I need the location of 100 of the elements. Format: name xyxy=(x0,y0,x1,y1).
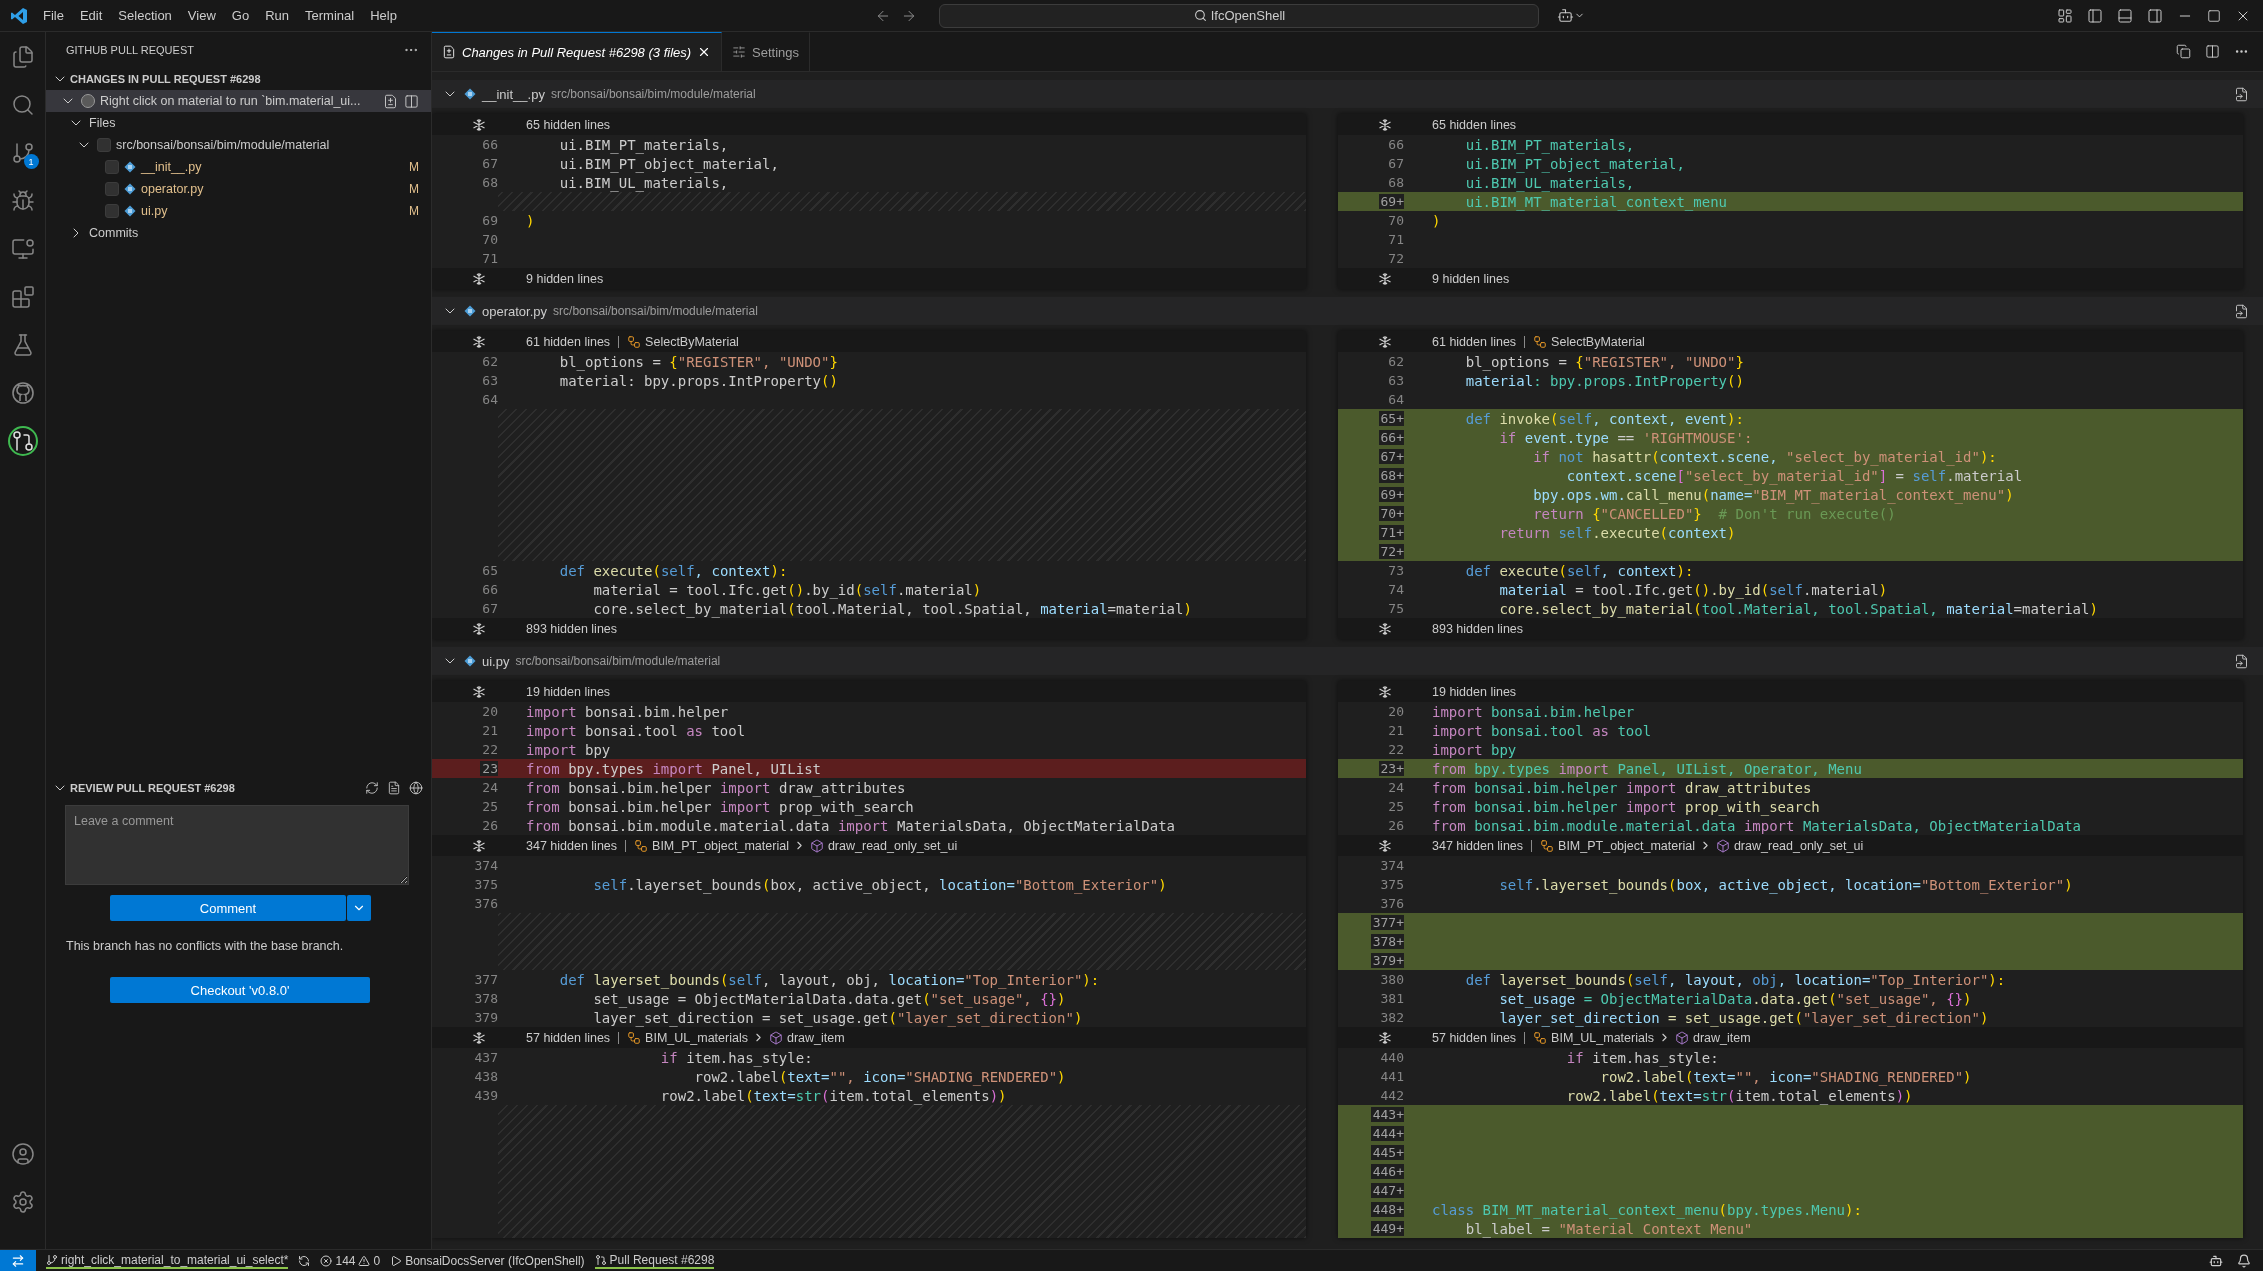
settings-icon[interactable] xyxy=(10,1190,35,1214)
panel-right-icon[interactable] xyxy=(2147,7,2163,24)
breadcrumb-item[interactable]: SelectByMaterial xyxy=(627,334,739,349)
breadcrumb-item[interactable]: draw_read_only_set_ui xyxy=(1715,838,1864,853)
file-header[interactable]: ui.py src/bonsai/bonsai/bim/module/material xyxy=(432,647,2263,675)
comment-field[interactable]: Leave a comment xyxy=(65,805,409,885)
circle-logo-icon[interactable] xyxy=(10,381,35,405)
pull-request-status[interactable]: Pull Request #6298 xyxy=(594,1252,715,1269)
split-editor-icon[interactable] xyxy=(2205,44,2220,59)
hidden-lines-label[interactable]: 347 hidden lines xyxy=(1432,838,1524,853)
panel-bottom-icon[interactable] xyxy=(2117,7,2133,24)
diff-icon[interactable] xyxy=(383,93,398,109)
branch-icon[interactable] xyxy=(10,141,35,165)
breadcrumb-item[interactable]: draw_item xyxy=(768,1030,845,1045)
tree-item[interactable]: operator.py M xyxy=(46,178,431,200)
hidden-lines-label[interactable]: 57 hidden lines xyxy=(526,1030,611,1045)
globe-icon[interactable] xyxy=(409,781,423,795)
bug-icon[interactable] xyxy=(10,189,35,213)
dropdown-button[interactable] xyxy=(347,895,371,921)
tree-item[interactable]: ui.py M xyxy=(46,200,431,222)
account-icon[interactable] xyxy=(10,1142,35,1166)
checkout-button[interactable]: Checkout 'v0.8.0' xyxy=(110,977,370,1003)
comment-button[interactable]: Comment xyxy=(110,895,346,921)
menu-item[interactable]: Terminal xyxy=(298,5,362,26)
unfold-icon[interactable] xyxy=(472,117,486,132)
hidden-lines-label[interactable]: 9 hidden lines xyxy=(1432,271,1510,286)
panel-left-icon[interactable] xyxy=(2087,7,2103,24)
unfold-icon[interactable] xyxy=(472,684,486,699)
unfold-icon[interactable] xyxy=(1378,117,1392,132)
unfold-icon[interactable] xyxy=(472,621,486,636)
search-field[interactable]: IfcOpenShell xyxy=(939,3,1540,28)
unfold-icon[interactable] xyxy=(1378,838,1392,853)
server-status[interactable]: BonsaiDocsServer (IfcOpenShell) xyxy=(390,1253,585,1268)
unfold-icon[interactable] xyxy=(1378,621,1392,636)
breadcrumb-item[interactable]: BIM_UL_materials xyxy=(627,1030,748,1045)
breadcrumb-item[interactable]: BIM_UL_materials xyxy=(1533,1030,1654,1045)
split-view-icon[interactable] xyxy=(404,93,419,109)
breadcrumb-item[interactable]: draw_item xyxy=(1674,1030,1751,1045)
hidden-lines-label[interactable]: 65 hidden lines xyxy=(1432,117,1517,132)
hidden-lines-label[interactable]: 65 hidden lines xyxy=(526,117,611,132)
hidden-lines-label[interactable]: 61 hidden lines xyxy=(526,334,611,349)
unfold-icon[interactable] xyxy=(1378,271,1392,286)
pull-request-icon[interactable] xyxy=(10,429,35,453)
menu-item[interactable]: File xyxy=(36,5,71,26)
section-title[interactable]: CHANGES IN PULL REQUEST #6298 xyxy=(70,73,261,85)
breadcrumb-item[interactable]: draw_read_only_set_ui xyxy=(809,838,958,853)
checkbox[interactable] xyxy=(105,204,119,218)
hidden-lines-label[interactable]: 19 hidden lines xyxy=(526,684,611,699)
tree-item[interactable]: Files xyxy=(46,112,431,134)
unfold-icon[interactable] xyxy=(1378,1030,1392,1045)
hidden-lines-label[interactable]: 61 hidden lines xyxy=(1432,334,1517,349)
open-file-icon[interactable] xyxy=(2234,86,2249,102)
hidden-lines-label[interactable]: 893 hidden lines xyxy=(526,621,618,636)
menu-item[interactable]: Run xyxy=(258,5,296,26)
blocks-icon[interactable] xyxy=(10,285,35,309)
robot-icon[interactable] xyxy=(2209,1253,2223,1268)
files-icon[interactable] xyxy=(10,45,35,69)
file-header[interactable]: __init__.py src/bonsai/bonsai/bim/module/material xyxy=(432,80,2263,108)
tab[interactable]: Changes in Pull Request #6298 (3 files) xyxy=(432,32,723,71)
hidden-lines-label[interactable]: 19 hidden lines xyxy=(1432,684,1517,699)
file-header[interactable]: operator.py src/bonsai/bonsai/bim/module/material xyxy=(432,297,2263,325)
bell-icon[interactable] xyxy=(2237,1253,2251,1268)
problems-status[interactable]: 144 0 xyxy=(320,1253,381,1268)
checkbox[interactable] xyxy=(105,182,119,196)
hidden-lines-label[interactable]: 347 hidden lines xyxy=(526,838,618,853)
tree-item[interactable]: Right click on material to run `bim.material_ui... xyxy=(46,90,431,112)
copy-icon[interactable] xyxy=(2176,44,2191,59)
menu-item[interactable]: Go xyxy=(224,5,257,26)
remote-button[interactable] xyxy=(0,1250,36,1271)
robot-icon[interactable] xyxy=(1557,7,1575,24)
unfold-icon[interactable] xyxy=(1378,334,1392,349)
unfold-icon[interactable] xyxy=(472,838,486,853)
document-icon[interactable] xyxy=(387,781,401,795)
layout-icon[interactable] xyxy=(2057,7,2073,24)
section-title[interactable]: REVIEW PULL REQUEST #6298 xyxy=(70,782,235,794)
checkbox[interactable] xyxy=(97,138,111,152)
unfold-icon[interactable] xyxy=(472,334,486,349)
open-file-icon[interactable] xyxy=(2234,303,2249,319)
menu-item[interactable]: Selection xyxy=(111,5,179,26)
checkbox[interactable] xyxy=(105,160,119,174)
hidden-lines-label[interactable]: 57 hidden lines xyxy=(1432,1030,1517,1045)
monitor-icon[interactable] xyxy=(10,237,35,261)
menu-item[interactable]: View xyxy=(180,5,223,26)
hidden-lines-label[interactable]: 893 hidden lines xyxy=(1432,621,1524,636)
breadcrumb-item[interactable]: BIM_PT_object_material xyxy=(1540,838,1695,853)
tree-item[interactable]: src/bonsai/bonsai/bim/module/material xyxy=(46,134,431,156)
unfold-icon[interactable] xyxy=(472,1030,486,1045)
tree-item[interactable]: __init__.py M xyxy=(46,156,431,178)
refresh-icon[interactable] xyxy=(365,781,379,795)
sync-icon[interactable] xyxy=(298,1254,311,1267)
menu-item[interactable]: Help xyxy=(363,5,404,26)
breadcrumb-item[interactable]: SelectByMaterial xyxy=(1533,334,1645,349)
breadcrumb-item[interactable]: BIM_PT_object_material xyxy=(634,838,789,853)
unfold-icon[interactable] xyxy=(1378,684,1392,699)
open-file-icon[interactable] xyxy=(2234,653,2249,669)
search-icon[interactable] xyxy=(10,93,35,117)
maximize-icon[interactable] xyxy=(2207,8,2221,23)
app-logo-icon[interactable] xyxy=(10,6,28,25)
menu-item[interactable]: Edit xyxy=(72,5,110,26)
branch-status[interactable]: right_click_material_to_material_ui_select* xyxy=(46,1252,289,1269)
